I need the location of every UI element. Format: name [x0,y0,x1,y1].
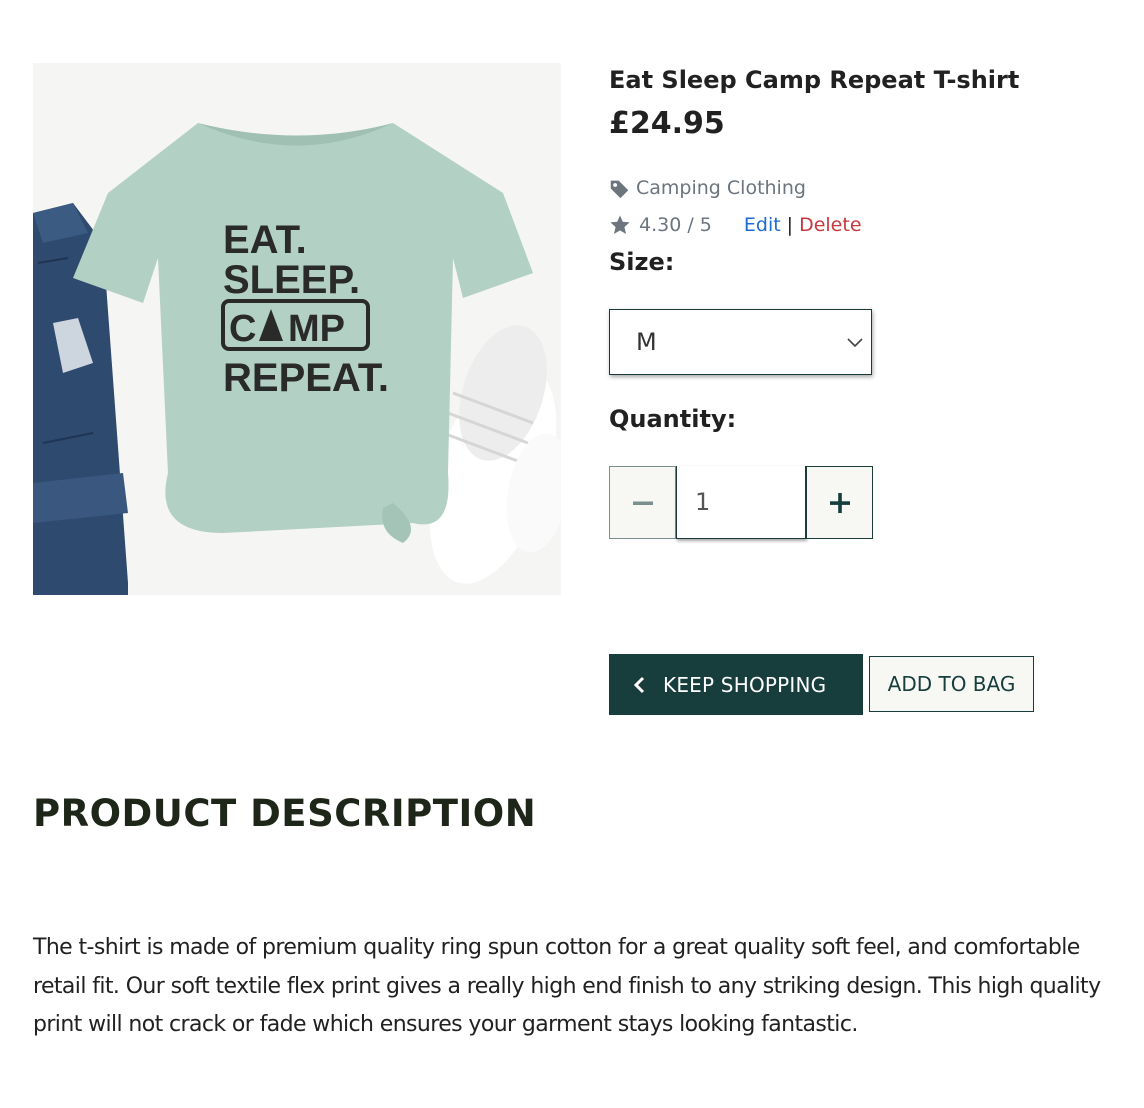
quantity-stepper [609,466,873,539]
shirt-print-line-4: REPEAT. [223,356,389,400]
minus-icon [632,501,653,505]
admin-separator: | [786,214,794,236]
plus-icon [829,492,850,513]
description-heading: PRODUCT DESCRIPTION [33,792,537,835]
chevron-left-icon [633,676,645,693]
edit-product-link[interactable]: Edit [744,214,781,236]
keep-shopping-button[interactable]: KEEP SHOPPING [609,654,863,715]
product-image: EAT. SLEEP. C MP REPEAT. [33,63,561,595]
admin-links: Edit | Delete [744,214,862,236]
product-detail-page: EAT. SLEEP. C MP REPEAT. Eat Sleep Camp … [0,0,1144,1108]
decrement-quantity-button[interactable] [609,466,676,539]
tag-icon [610,180,629,198]
product-category[interactable]: Camping Clothing [609,177,806,199]
size-selected-value: M [636,328,657,356]
shirt-print-line-3a: C [229,308,256,350]
star-icon [610,215,630,234]
shirt-print-line-1: EAT. [223,218,307,262]
increment-quantity-button[interactable] [806,466,873,539]
shirt-print-line-3b: MP [288,308,345,350]
shirt-print-line-2: SLEEP. [223,258,360,302]
rating-row: 4.30 / 5 Edit | Delete [609,214,862,236]
product-name: Eat Sleep Camp Repeat T-shirt [609,66,1020,94]
size-select[interactable]: M [609,309,872,375]
quantity-label: Quantity: [609,405,737,433]
quantity-input[interactable] [676,466,806,539]
keep-shopping-label: KEEP SHOPPING [663,672,827,697]
description-text: The t-shirt is made of premium quality r… [33,935,1101,1037]
add-to-bag-button[interactable]: ADD TO BAG [869,656,1034,712]
category-label: Camping Clothing [636,177,806,199]
product-price: £24.95 [609,106,725,141]
rating-value: 4.30 / 5 [639,214,712,236]
size-label: Size: [609,248,675,276]
delete-product-link[interactable]: Delete [799,214,861,236]
chevron-down-icon [847,338,863,348]
